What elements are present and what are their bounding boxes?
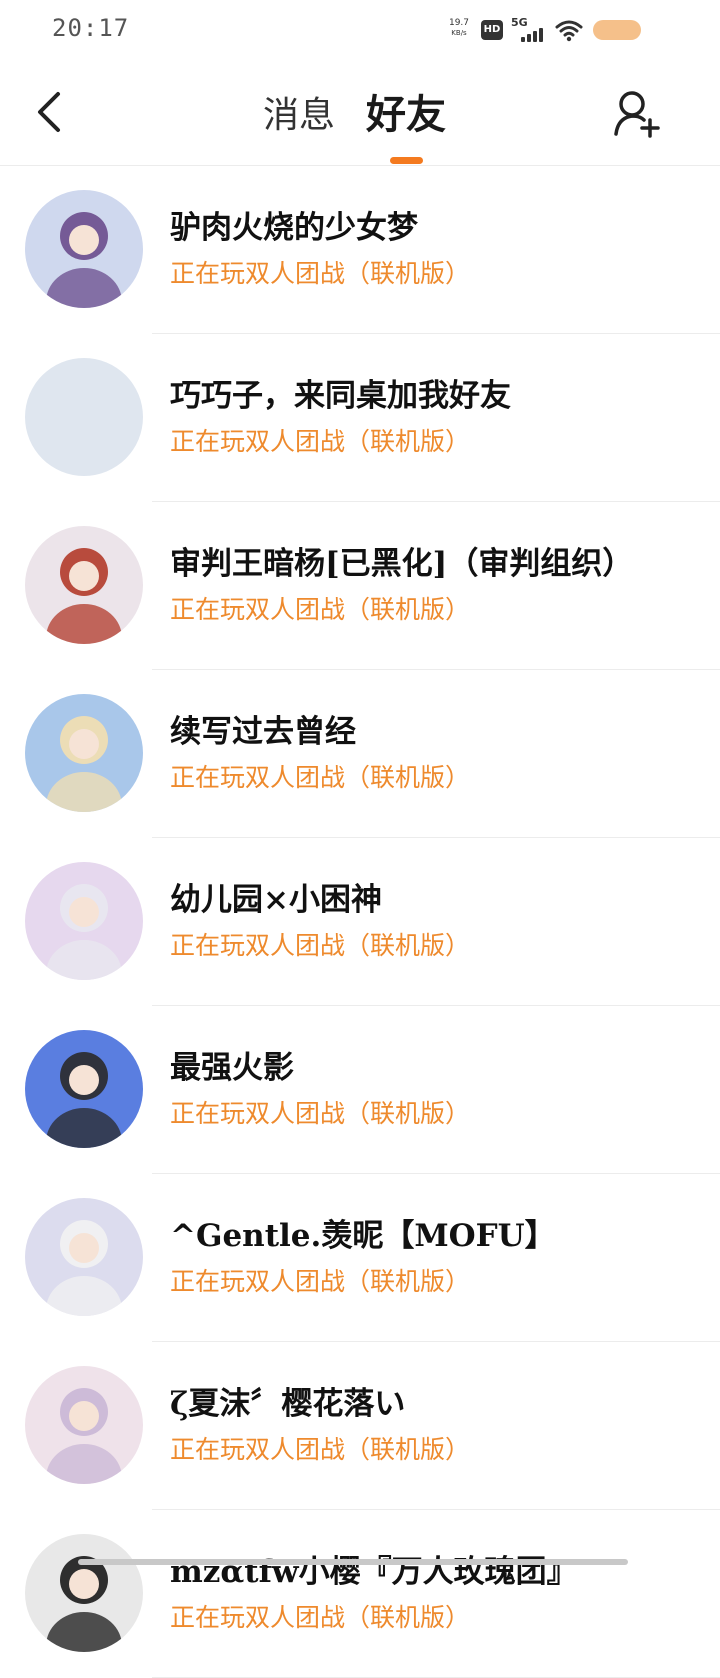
friend-name: 幼儿园×小困神 bbox=[170, 882, 382, 918]
friend-list-item[interactable]: 最强火影正在玩双人团战（联机版） bbox=[0, 1006, 720, 1174]
friend-list-item[interactable]: 审判王暗杨[已黑化]（审判组织） 正在玩双人团战（联机版） bbox=[0, 502, 720, 670]
home-indicator[interactable] bbox=[78, 1559, 628, 1565]
friend-status: 正在玩双人团战（联机版） bbox=[170, 259, 471, 288]
network-speed-value: 19.7 bbox=[448, 18, 470, 28]
avatar[interactable] bbox=[25, 1030, 143, 1148]
hd-icon: HD bbox=[481, 20, 503, 40]
cellular-signal-icon: 5G bbox=[511, 16, 547, 42]
friend-name: mzαtfw小樱『万人玫瑰团』 bbox=[170, 1554, 578, 1590]
back-button[interactable] bbox=[28, 88, 72, 136]
avatar[interactable] bbox=[25, 1534, 143, 1652]
network-speed: 19.7 KB/s bbox=[446, 18, 472, 38]
add-user-icon bbox=[614, 91, 660, 138]
active-tab-indicator bbox=[390, 157, 423, 164]
friend-name: ζ夏沫〞樱花落い bbox=[170, 1386, 406, 1422]
status-time: 20:17 bbox=[52, 14, 130, 42]
friend-name: 最强火影 bbox=[170, 1050, 294, 1086]
avatar[interactable] bbox=[25, 1366, 143, 1484]
friend-list: 驴肉火烧的少女梦 正在玩双人团战（联机版） 巧巧子，来同桌加我好友 正在玩双人团战（联… bbox=[0, 166, 720, 1678]
friend-status: 正在玩双人团战（联机版） bbox=[170, 427, 471, 456]
tab-messages[interactable]: 消息 bbox=[263, 86, 335, 138]
status-bar: 20:17 19.7 KB/s HD 5G bbox=[0, 0, 720, 62]
friend-status: 正在玩双人团战（联机版） bbox=[170, 1435, 471, 1464]
tab-friends[interactable]: 好友 bbox=[366, 82, 446, 140]
avatar[interactable] bbox=[25, 694, 143, 812]
friend-status: 正在玩双人团战（联机版） bbox=[170, 1099, 471, 1128]
battery-icon bbox=[593, 20, 641, 40]
add-friend-button[interactable] bbox=[612, 88, 662, 140]
friend-status: 正在玩双人团战（联机版） bbox=[170, 595, 471, 624]
avatar[interactable] bbox=[25, 358, 143, 476]
friend-list-item[interactable]: ^Gentle.羡昵【MOFU】正在玩双人团战（联机版） bbox=[0, 1174, 720, 1342]
friend-list-item[interactable]: mzαtfw小樱『万人玫瑰团』正在玩双人团战（联机版） bbox=[0, 1510, 720, 1678]
friend-name: 审判王暗杨[已黑化]（审判组织） bbox=[170, 546, 634, 582]
friend-list-item[interactable]: 续写过去曾经正在玩双人团战（联机版） bbox=[0, 670, 720, 838]
friend-status: 正在玩双人团战（联机版） bbox=[170, 931, 471, 960]
avatar[interactable] bbox=[25, 190, 143, 308]
wifi-icon bbox=[555, 18, 583, 42]
avatar[interactable] bbox=[25, 526, 143, 644]
friend-name: ^Gentle.羡昵【MOFU】 bbox=[170, 1218, 556, 1254]
top-navigation: 消息 好友 bbox=[0, 62, 720, 166]
friend-list-item[interactable]: 驴肉火烧的少女梦正在玩双人团战（联机版） bbox=[0, 166, 720, 334]
friend-list-item[interactable]: 巧巧子，来同桌加我好友正在玩双人团战（联机版） bbox=[0, 334, 720, 502]
friend-name: 续写过去曾经 bbox=[170, 714, 356, 750]
friend-status: 正在玩双人团战（联机版） bbox=[170, 1267, 471, 1296]
friend-status: 正在玩双人团战（联机版） bbox=[170, 763, 471, 792]
avatar[interactable] bbox=[25, 862, 143, 980]
avatar[interactable] bbox=[25, 1198, 143, 1316]
chevron-left-icon bbox=[38, 92, 60, 132]
friend-list-item[interactable]: 幼儿园×小困神正在玩双人团战（联机版） bbox=[0, 838, 720, 1006]
friend-status: 正在玩双人团战（联机版） bbox=[170, 1603, 471, 1632]
friend-name: 巧巧子，来同桌加我好友 bbox=[170, 378, 511, 414]
friend-name: 驴肉火烧的少女梦 bbox=[170, 210, 418, 246]
network-speed-unit: KB/s bbox=[451, 29, 467, 37]
friend-list-item[interactable]: ζ夏沫〞樱花落い正在玩双人团战（联机版） bbox=[0, 1342, 720, 1510]
